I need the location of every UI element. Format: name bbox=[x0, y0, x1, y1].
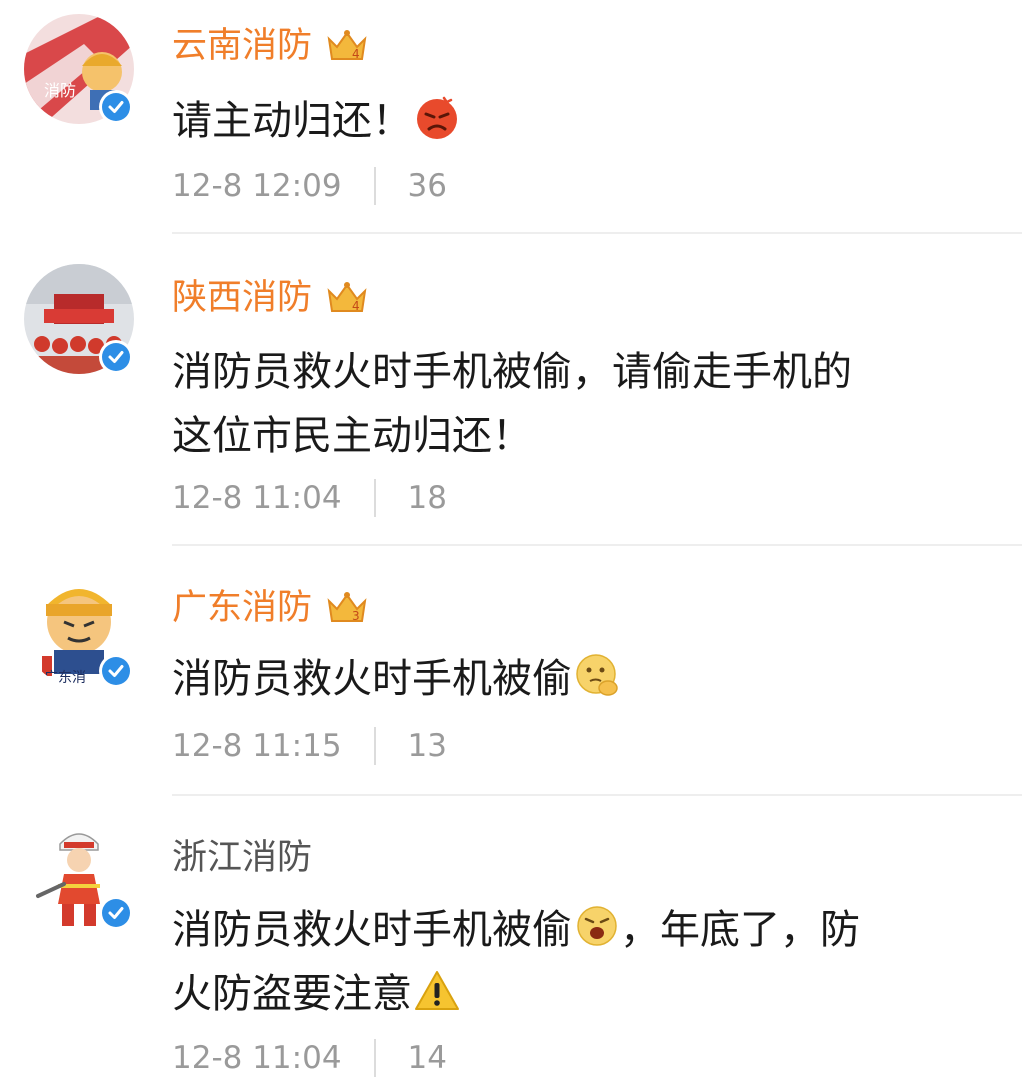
vip-level: 4 bbox=[352, 47, 360, 61]
vip-level: 4 bbox=[352, 299, 360, 313]
verified-badge-icon bbox=[99, 90, 133, 124]
warning-sign-emoji bbox=[415, 971, 459, 1010]
like-count[interactable]: 13 bbox=[408, 726, 447, 766]
meta-separator bbox=[373, 167, 376, 205]
author-name[interactable]: 云南消防 4 bbox=[172, 24, 368, 68]
comment-item: 陕西消防 4 消防员救火时手机被偷，请偷走手机的 这位市民主动归还！ 12-8 … bbox=[0, 234, 1022, 546]
vip-crown-icon: 3 bbox=[327, 592, 367, 623]
author-name-text: 广东消防 bbox=[172, 588, 313, 628]
comment-time: 12-8 12:09 bbox=[172, 168, 342, 204]
comment-item: 浙江消防 消防员救火时手机被偷 ，年底了，防 火防盗要注意 12-8 11:04… bbox=[0, 796, 1022, 1086]
verified-badge-icon bbox=[99, 654, 133, 688]
comment-text-line: ，年底了，防 bbox=[620, 907, 860, 953]
angry-face-emoji bbox=[417, 96, 457, 139]
like-count[interactable]: 14 bbox=[408, 1038, 447, 1078]
comment-text-line: 请主动归还！ bbox=[172, 98, 412, 144]
meta-separator bbox=[373, 1039, 376, 1077]
author-name-text: 陕西消防 bbox=[172, 278, 313, 318]
comment-text: 消防员救火时手机被偷 bbox=[172, 650, 972, 708]
meta-separator bbox=[373, 727, 376, 765]
vip-crown-icon: 4 bbox=[327, 282, 367, 313]
comment-text-line: 消防员救火时手机被偷，请偷走手机的 bbox=[172, 349, 852, 395]
vip-crown-icon: 4 bbox=[327, 30, 367, 61]
verified-badge-icon bbox=[99, 896, 133, 930]
comment-text-line: 消防员救火时手机被偷 bbox=[172, 656, 572, 702]
author-name-text: 浙江消防 bbox=[172, 838, 313, 878]
comment-text-line: 这位市民主动归还！ bbox=[172, 413, 532, 459]
comment-meta: 12-8 11:04 18 bbox=[172, 478, 447, 518]
meta-separator bbox=[373, 479, 376, 517]
comment-text-line: 火防盗要注意 bbox=[172, 971, 412, 1017]
avatar-text: 消防 bbox=[44, 81, 76, 100]
vip-level: 3 bbox=[352, 609, 360, 623]
comment-time: 12-8 11:15 bbox=[172, 728, 342, 764]
comment-meta: 12-8 12:09 36 bbox=[172, 166, 447, 206]
thinking-face-emoji bbox=[576, 654, 618, 696]
author-name[interactable]: 广东消防 3 bbox=[172, 586, 368, 630]
comment-text: 消防员救火时手机被偷，请偷走手机的 这位市民主动归还！ bbox=[172, 340, 972, 468]
comment-text-line: 消防员救火时手机被偷 bbox=[172, 907, 572, 953]
author-name[interactable]: 陕西消防 4 bbox=[172, 276, 368, 320]
comment-item: 广东消 广东消防 3 消防员救火时手机被偷 12-8 11:15 13 bbox=[0, 546, 1022, 796]
comment-time: 12-8 11:04 bbox=[172, 1040, 342, 1076]
like-count[interactable]: 18 bbox=[408, 478, 447, 518]
author-name-text: 云南消防 bbox=[172, 26, 313, 66]
author-name[interactable]: 浙江消防 bbox=[172, 836, 312, 880]
comment-item: 消防 云南消防 4 请主动归还！ 12-8 12:09 36 bbox=[0, 0, 1022, 234]
comment-text: 消防员救火时手机被偷 ，年底了，防 火防盗要注意 bbox=[172, 898, 972, 1026]
like-count[interactable]: 36 bbox=[408, 166, 447, 206]
comment-meta: 12-8 11:15 13 bbox=[172, 726, 447, 766]
avatar-text: 广东消 bbox=[44, 670, 86, 686]
shouting-face-emoji bbox=[577, 906, 617, 946]
comment-time: 12-8 11:04 bbox=[172, 480, 342, 516]
comment-meta: 12-8 11:04 14 bbox=[172, 1038, 447, 1078]
verified-badge-icon bbox=[99, 340, 133, 374]
comment-text: 请主动归还！ bbox=[172, 92, 972, 150]
